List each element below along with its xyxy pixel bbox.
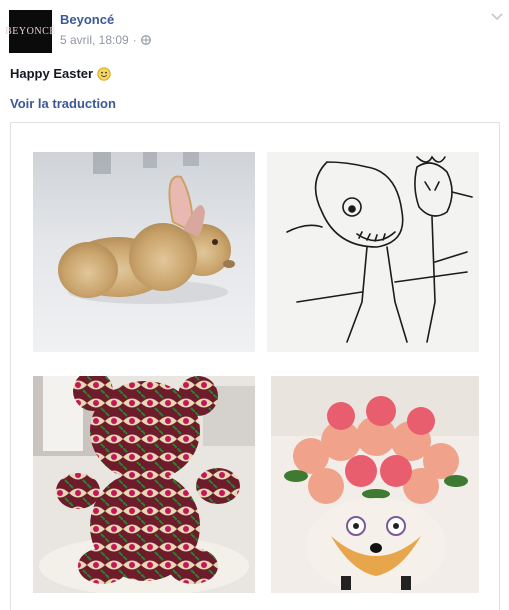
photo-drawing[interactable] bbox=[267, 152, 479, 352]
meta-separator: · bbox=[132, 33, 137, 47]
photo-bunny[interactable] bbox=[33, 152, 255, 352]
avatar-logo-text: BEYONCÉ bbox=[5, 26, 56, 37]
photo-teddy[interactable] bbox=[33, 376, 255, 593]
photo-album bbox=[10, 122, 500, 610]
avatar[interactable]: BEYONCÉ bbox=[5, 10, 55, 53]
smiley-icon bbox=[97, 66, 111, 81]
see-translation-link[interactable]: Voir la traduction bbox=[10, 96, 116, 111]
post-meta: 5 avril, 18:09 · bbox=[60, 33, 151, 47]
photo-flowers[interactable] bbox=[271, 376, 479, 593]
chevron-down-icon[interactable] bbox=[491, 11, 503, 21]
timestamp[interactable]: 5 avril, 18:09 bbox=[60, 33, 129, 47]
message-text: Happy Easter bbox=[10, 66, 94, 81]
post-message: Happy Easter bbox=[10, 66, 111, 81]
author-name[interactable]: Beyoncé bbox=[60, 12, 114, 27]
globe-icon[interactable] bbox=[140, 35, 151, 45]
